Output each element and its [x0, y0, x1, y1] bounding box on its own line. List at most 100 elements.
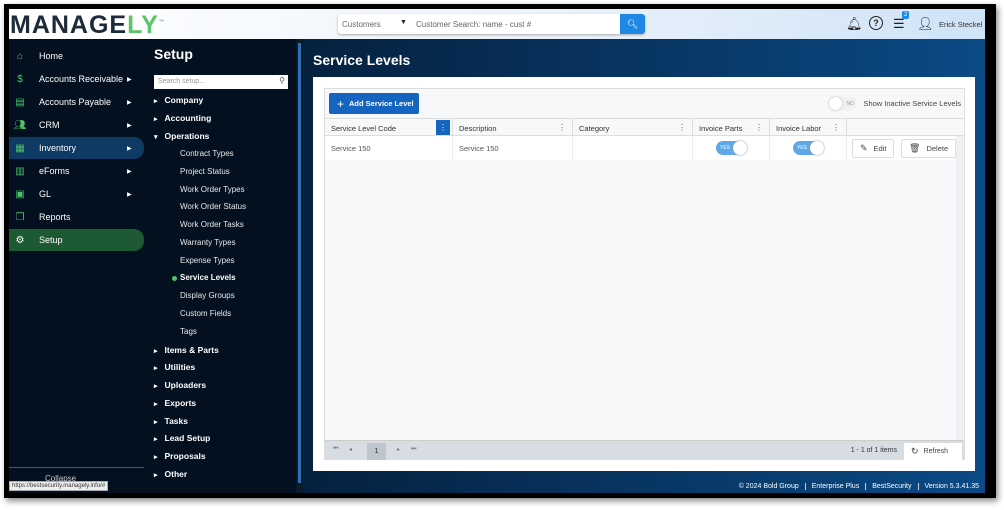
setup-item[interactable]: Work Order Types	[180, 185, 245, 194]
main-content: Service Levels + Add Service Level NO Show…	[303, 39, 985, 493]
setup-group[interactable]: Proposals	[154, 451, 206, 461]
nav-inventory[interactable]: ▦ Inventory ▶	[9, 137, 144, 159]
setup-group[interactable]: Utilities	[154, 362, 196, 372]
help-icon[interactable]: ?	[869, 16, 883, 30]
add-service-level-button[interactable]: + Add Service Level	[329, 93, 419, 114]
chevron-right-icon: ▶	[127, 168, 132, 175]
setup-item[interactable]: Custom Fields	[180, 309, 231, 318]
refresh-button[interactable]: ↻ Refresh	[904, 443, 962, 460]
reports-icon: ❐	[15, 211, 25, 223]
last-page-icon[interactable]: ⏭	[411, 446, 416, 453]
setup-group[interactable]: Uploaders	[154, 380, 207, 390]
app-window: MANAGELY™ Customers ▼ Customer Search: n…	[9, 9, 985, 493]
plus-icon: +	[337, 96, 345, 111]
edit-button[interactable]: ✎ Edit	[852, 139, 895, 158]
grid-header: Service Level Code ⋮ Description ⋮ Categor…	[325, 118, 964, 136]
setup-group-accounting[interactable]: Accounting	[154, 113, 212, 123]
setup-item-service-levels[interactable]: Service Levels	[172, 273, 236, 282]
cell-code: Service 150	[325, 136, 453, 160]
setup-group-operations[interactable]: Operations	[154, 131, 210, 141]
forms-icon: ▥	[15, 165, 25, 177]
setup-scrollbar[interactable]	[296, 39, 303, 493]
refresh-icon: ↻	[911, 446, 919, 456]
search-button[interactable]: 🔍︎	[620, 14, 645, 34]
next-page-icon[interactable]: ▸	[397, 446, 400, 453]
setup-group[interactable]: Other	[154, 469, 188, 479]
cell-invoice-parts: YES	[693, 136, 770, 160]
setup-item[interactable]: Tags	[180, 327, 197, 336]
edition: Enterprise Plus	[804, 483, 865, 490]
nav-home[interactable]: ⌂ Home	[9, 45, 144, 67]
nav-setup[interactable]: ⚙ Setup	[9, 229, 144, 251]
setup-item[interactable]: Work Order Status	[180, 202, 246, 211]
caret-down-icon[interactable]: ▼	[400, 19, 407, 26]
setup-group-company[interactable]: Company	[154, 95, 204, 105]
search-icon: 🔍︎	[626, 19, 639, 29]
setup-group[interactable]: Tasks	[154, 416, 188, 426]
bill-icon: ▤	[15, 96, 25, 108]
setup-search-input[interactable]: Search setup... ⚲	[154, 75, 288, 89]
page-1-button[interactable]: 1	[367, 443, 386, 460]
trash-icon: 🗑︎	[909, 143, 921, 153]
cell-category	[573, 136, 693, 160]
setup-item[interactable]: Contract Types	[180, 149, 234, 158]
column-header-description[interactable]: Description ⋮	[453, 119, 573, 136]
main-nav: ⌂ Home $ Accounts Receivable ▶ ▤ Accounts Pa…	[9, 39, 150, 493]
home-icon: ⌂	[16, 50, 24, 62]
column-menu-icon[interactable]: ⋮	[755, 123, 763, 132]
hand-dollar-icon: $	[17, 73, 23, 85]
setup-item[interactable]: Warranty Types	[180, 238, 236, 247]
bell-icon[interactable]: 🔔︎	[846, 16, 863, 32]
nav-crm[interactable]: 👥︎ CRM ▶	[9, 114, 144, 136]
nav-eforms[interactable]: ▥ eForms ▶	[9, 160, 144, 182]
toggle-switch[interactable]: NO	[829, 97, 858, 110]
invoice-labor-toggle[interactable]: YES	[793, 141, 824, 155]
setup-group[interactable]: Exports	[154, 398, 197, 408]
chevron-right-icon: ▶	[127, 99, 132, 106]
column-menu-icon[interactable]: ⋮	[558, 123, 566, 132]
service-levels-grid: + Add Service Level NO Show Inactive Servi…	[324, 88, 965, 460]
setup-panel: Setup Search setup...⚲ Company Accountin…	[150, 39, 296, 493]
nav-reports[interactable]: ❐ Reports	[9, 206, 144, 228]
column-header-invoice-parts[interactable]: Invoice Parts ⋮	[693, 119, 770, 136]
ledger-icon: ▣	[15, 188, 25, 200]
setup-group[interactable]: Lead Setup	[154, 433, 211, 443]
boxes-icon: ▦	[15, 142, 25, 154]
search-scope-select[interactable]: Customers	[342, 20, 381, 29]
column-menu-icon[interactable]: ⋮	[436, 120, 450, 135]
nav-accounts-receivable[interactable]: $ Accounts Receivable ▶	[9, 68, 144, 90]
setup-item[interactable]: Expense Types	[180, 256, 235, 265]
first-page-icon[interactable]: ⏮	[333, 446, 338, 453]
people-icon: 👥︎	[13, 119, 27, 131]
setup-item[interactable]: Work Order Tasks	[180, 220, 244, 229]
setup-item[interactable]: Display Groups	[180, 291, 235, 300]
cell-description: Service 150	[453, 136, 573, 160]
version: Version 5.3.41.35	[917, 483, 986, 490]
pencil-icon: ✎	[860, 143, 868, 153]
prev-page-icon[interactable]: ◂	[349, 446, 352, 453]
column-menu-icon[interactable]: ⋮	[678, 123, 686, 132]
invoice-parts-toggle[interactable]: YES	[716, 141, 747, 155]
nav-gl[interactable]: ▣ GL ▶	[9, 183, 144, 205]
logo[interactable]: MANAGELY™	[9, 9, 165, 39]
grid-scrollbar[interactable]	[956, 136, 964, 440]
copyright: © 2024 Bold Group	[738, 483, 799, 490]
setup-item[interactable]: Project Status	[180, 167, 230, 176]
customer-search-input[interactable]: Customer Search: name - cust #	[416, 20, 531, 29]
customer-search: Customers ▼ Customer Search: name - cust…	[338, 14, 645, 34]
show-inactive-toggle[interactable]: NO Show Inactive Service Levels	[829, 97, 961, 110]
column-header-code[interactable]: Service Level Code ⋮	[325, 119, 453, 136]
column-header-invoice-labor[interactable]: Invoice Labor ⋮	[770, 119, 847, 136]
user-icon[interactable]: 👤︎	[917, 16, 934, 32]
setup-group[interactable]: Items & Parts	[154, 345, 219, 355]
chevron-right-icon: ▶	[127, 76, 132, 83]
delete-button[interactable]: 🗑︎ Delete	[901, 139, 957, 158]
chevron-right-icon: ▶	[127, 191, 132, 198]
table-row: Service 150 Service 150 YES YES ✎ Edit 🗑︎…	[325, 136, 957, 160]
column-menu-icon[interactable]: ⋮	[832, 123, 840, 132]
tasks-badge: 2	[902, 11, 910, 19]
column-header-category[interactable]: Category ⋮	[573, 119, 693, 136]
nav-accounts-payable[interactable]: ▤ Accounts Payable ▶	[9, 91, 144, 113]
user-name[interactable]: Erick Steckel	[939, 20, 982, 29]
content-card: + Add Service Level NO Show Inactive Servi…	[313, 77, 975, 471]
